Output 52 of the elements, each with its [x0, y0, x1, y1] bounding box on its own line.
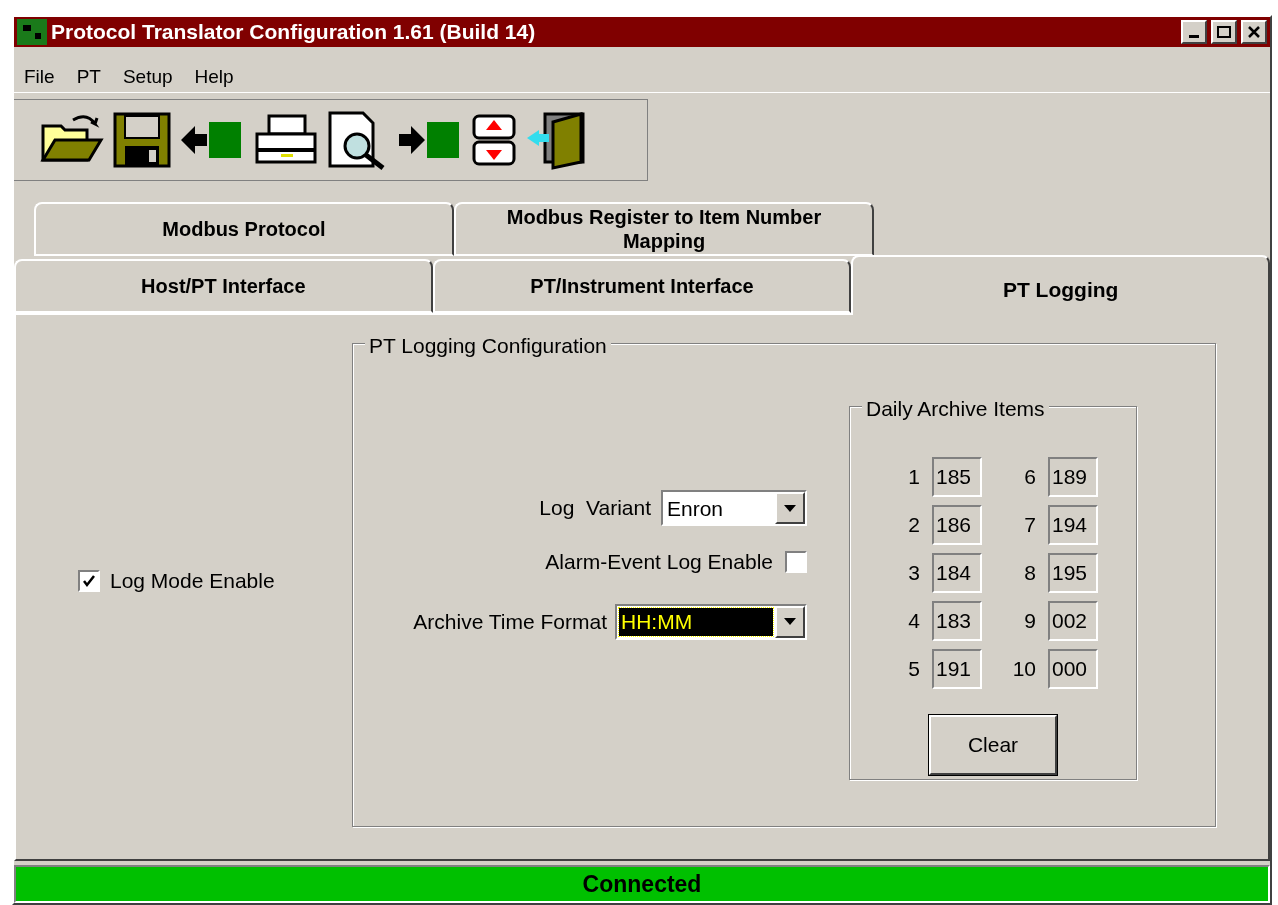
checkbox-label: Alarm-Event Log Enable [545, 549, 773, 575]
item-field[interactable]: 194 [1048, 505, 1098, 545]
item-field[interactable]: 186 [932, 505, 982, 545]
checkbox[interactable] [785, 550, 807, 573]
item-number: 3 [907, 560, 920, 587]
item-number: 8 [1023, 560, 1036, 587]
up-down-arrows-icon [471, 112, 517, 168]
field-label: Archive Time Format [413, 608, 607, 635]
item-field[interactable]: 191 [932, 649, 982, 689]
item-field[interactable]: 189 [1048, 457, 1098, 497]
check-icon [82, 574, 96, 588]
tab[interactable]: PT Logging [851, 255, 1270, 315]
item-number: 9 [1023, 608, 1036, 635]
window-title: Protocol Translator Configuration 1.61 (Build 14) [51, 19, 537, 46]
item-field[interactable]: 002 [1048, 601, 1098, 641]
menu-item[interactable]: File [24, 63, 55, 92]
item-field[interactable]: 000 [1048, 649, 1098, 689]
tab[interactable]: Host/PT Interface [14, 259, 433, 313]
dropdown-value: Enron [666, 495, 725, 522]
close-button[interactable] [1241, 20, 1267, 44]
maximize-icon [1217, 26, 1231, 38]
item-number: 1 [907, 464, 920, 491]
item-number: 7 [1023, 512, 1036, 539]
menu-item[interactable]: Setup [122, 63, 173, 92]
checkbox-label: Log Mode Enable [110, 568, 275, 595]
dropdown-value: HH:MM [619, 607, 773, 636]
menu-item[interactable]: PT [76, 63, 101, 92]
item-number: 6 [1023, 464, 1036, 491]
door-icon [525, 110, 587, 170]
checkbox[interactable] [78, 570, 100, 592]
dropdown[interactable]: Enron [661, 490, 807, 526]
app-icon [17, 19, 47, 45]
tab[interactable]: Modbus Protocol [34, 202, 454, 256]
close-icon [1247, 26, 1261, 38]
minimize-button[interactable] [1181, 20, 1207, 44]
dropdown[interactable]: HH:MM [615, 603, 807, 640]
menu-item[interactable]: Help [194, 63, 234, 92]
clear-button[interactable]: Clear [929, 715, 1057, 775]
item-number: 5 [907, 656, 920, 683]
field-label: Log Variant [539, 495, 651, 522]
item-number: 10 [1011, 656, 1036, 683]
item-number: 2 [907, 512, 920, 539]
tab[interactable]: Modbus Register to Item Number Mapping [454, 202, 874, 256]
item-field[interactable]: 184 [932, 553, 982, 593]
item-field[interactable]: 185 [932, 457, 982, 497]
status-text: Connected [582, 869, 702, 899]
maximize-button[interactable] [1211, 20, 1237, 44]
item-field[interactable]: 183 [932, 601, 982, 641]
minimize-icon [1189, 34, 1199, 38]
item-field[interactable]: 195 [1048, 553, 1098, 593]
item-number: 4 [907, 608, 920, 635]
tab[interactable]: PT/Instrument Interface [432, 259, 852, 313]
